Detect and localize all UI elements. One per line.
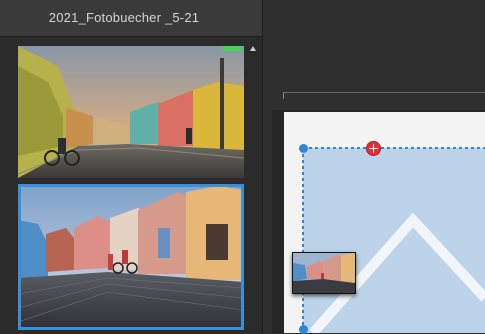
drag-preview-thumbnail <box>292 252 356 294</box>
placeholder-image-icon <box>309 212 485 333</box>
scroll-up-icon[interactable] <box>250 46 256 51</box>
ruler <box>283 92 485 99</box>
drag-preview-image <box>293 253 355 293</box>
used-badge <box>222 46 242 51</box>
street-photo-1-image <box>18 46 244 178</box>
street-photo-2-image <box>18 184 244 330</box>
scrollbar[interactable] <box>249 44 258 329</box>
photo-browser-panel: 2021_Fotobuecher _5-21 <box>0 0 263 333</box>
rotate-handle-icon[interactable] <box>366 141 381 156</box>
album-header: 2021_Fotobuecher _5-21 <box>0 0 262 37</box>
photo-thumbnail[interactable] <box>18 46 244 178</box>
photo-thumbnail-selected[interactable] <box>18 184 244 330</box>
photo-placeholder-frame[interactable] <box>303 148 485 333</box>
resize-handle-top-left[interactable] <box>299 144 308 153</box>
album-title: 2021_Fotobuecher _5-21 <box>48 10 200 25</box>
